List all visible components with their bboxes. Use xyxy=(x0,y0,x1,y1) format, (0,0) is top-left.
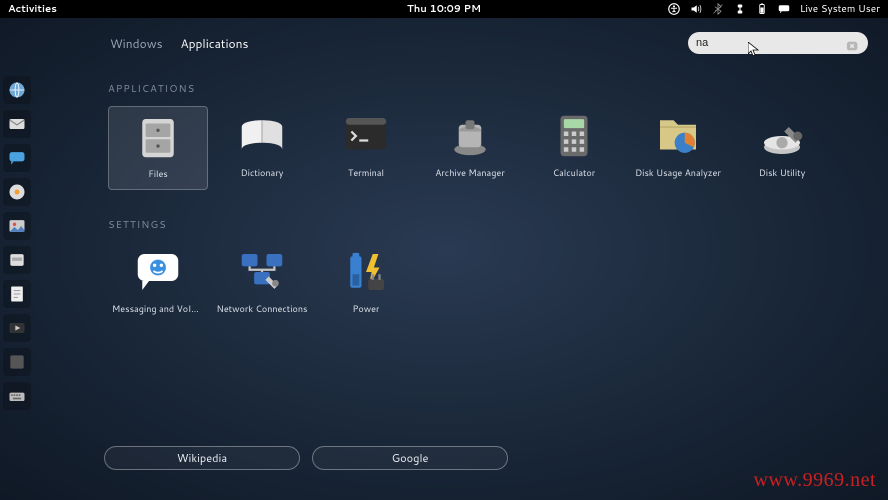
app-archive-manager[interactable]: Archive Manager xyxy=(420,106,520,190)
setting-power[interactable]: Power xyxy=(316,242,416,326)
overview-content: APPLICATIONS Files Dictionary Terminal A… xyxy=(108,82,858,354)
dock-item-documents[interactable] xyxy=(3,280,31,308)
app-label: Archive Manager xyxy=(435,166,505,179)
disk-utility-icon xyxy=(755,112,809,160)
app-label: Files xyxy=(148,167,168,180)
tab-windows[interactable]: Windows xyxy=(110,35,163,52)
search-providers: Wikipedia Google xyxy=(104,446,508,470)
setting-messaging[interactable]: Messaging and VoIP A… xyxy=(108,242,208,326)
dictionary-icon xyxy=(235,112,289,160)
user-menu[interactable]: Live System User xyxy=(800,2,880,16)
app-disk-utility[interactable]: Disk Utility xyxy=(732,106,832,190)
dock-item-photos[interactable] xyxy=(3,212,31,240)
calculator-icon xyxy=(547,112,601,160)
power-icon xyxy=(339,248,393,296)
dock-item-chat[interactable] xyxy=(3,144,31,172)
dock-item-web[interactable] xyxy=(3,76,31,104)
app-label: Disk Usage Analyzer xyxy=(635,166,721,179)
setting-label: Power xyxy=(353,302,380,315)
archive-manager-icon xyxy=(443,112,497,160)
provider-google[interactable]: Google xyxy=(312,446,508,470)
settings-section-label: SETTINGS xyxy=(108,218,858,232)
activities-button[interactable]: Activities xyxy=(8,2,57,16)
app-calculator[interactable]: Calculator xyxy=(524,106,624,190)
dock-item-mail[interactable] xyxy=(3,110,31,138)
terminal-icon xyxy=(339,112,393,160)
disk-usage-icon xyxy=(651,112,705,160)
clear-search-icon[interactable] xyxy=(846,36,860,50)
setting-label: Network Connections xyxy=(217,302,308,315)
dock-item-files[interactable] xyxy=(3,246,31,274)
chat-icon xyxy=(778,3,790,15)
watermark: www.9969.net xyxy=(754,469,876,492)
app-disk-usage-analyzer[interactable]: Disk Usage Analyzer xyxy=(628,106,728,190)
applications-section-label: APPLICATIONS xyxy=(108,82,858,96)
network-connections-icon xyxy=(235,248,289,296)
app-files[interactable]: Files xyxy=(108,106,208,190)
view-switcher-row: Windows Applications xyxy=(110,32,868,54)
setting-network[interactable]: Network Connections xyxy=(212,242,312,326)
status-tray: Live System User xyxy=(668,2,880,16)
volume-icon[interactable] xyxy=(690,3,702,15)
app-dictionary[interactable]: Dictionary xyxy=(212,106,312,190)
app-label: Calculator xyxy=(553,166,596,179)
settings-grid: Messaging and VoIP A… Network Connection… xyxy=(108,242,858,326)
dock-item-keyboard[interactable] xyxy=(3,382,31,410)
dock xyxy=(0,70,34,416)
battery-icon[interactable] xyxy=(756,3,768,15)
bluetooth-icon[interactable] xyxy=(712,3,724,15)
app-label: Terminal xyxy=(348,166,384,179)
view-tabs: Windows Applications xyxy=(110,35,248,52)
app-label: Disk Utility xyxy=(759,166,806,179)
clock[interactable]: Thu 10:09 PM xyxy=(407,2,481,16)
search-input[interactable] xyxy=(696,37,846,49)
tab-applications[interactable]: Applications xyxy=(181,35,249,52)
applications-grid: Files Dictionary Terminal Archive Manage… xyxy=(108,106,858,190)
dock-item-videos[interactable] xyxy=(3,314,31,342)
provider-wikipedia[interactable]: Wikipedia xyxy=(104,446,300,470)
search-field[interactable] xyxy=(688,32,868,54)
dock-item-music[interactable] xyxy=(3,178,31,206)
app-label: Dictionary xyxy=(241,166,284,179)
network-icon[interactable] xyxy=(734,3,746,15)
setting-label: Messaging and VoIP A… xyxy=(112,302,204,315)
messaging-icon xyxy=(131,248,185,296)
dock-item-system[interactable] xyxy=(3,348,31,376)
app-terminal[interactable]: Terminal xyxy=(316,106,416,190)
top-bar: Activities Thu 10:09 PM Live System User xyxy=(0,0,888,18)
accessibility-icon[interactable] xyxy=(668,3,680,15)
files-icon xyxy=(131,113,185,161)
